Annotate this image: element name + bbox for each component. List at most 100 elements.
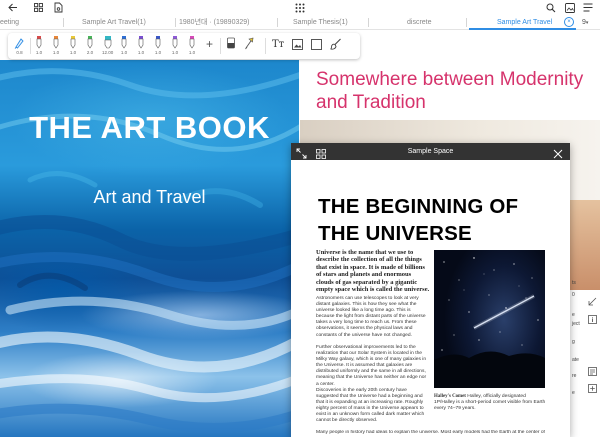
pen-tool-violet[interactable]: 1.0	[137, 36, 145, 56]
body-paragraph: Further observational improvements led t…	[316, 345, 427, 387]
image-icon[interactable]	[563, 1, 577, 14]
pen-icon	[87, 36, 93, 49]
pen-tool-orange[interactable]: 1.0	[52, 36, 60, 56]
tab-close-button[interactable]: ×	[564, 17, 574, 27]
tab-1980s[interactable]: 1980년대 · (19890329)	[179, 15, 274, 30]
side-text-line: e	[572, 312, 575, 318]
lasso-tool[interactable]	[244, 37, 255, 57]
back-arrow-icon[interactable]	[6, 1, 20, 14]
pen-tool-indigo[interactable]: 1.0	[154, 36, 162, 56]
tab-label: 1980년대 · (19890329)	[179, 19, 250, 26]
app-window: eeting Sample Art Travel(1) 1980년대 · (19…	[0, 0, 600, 437]
paint-brush-tool[interactable]	[330, 38, 342, 58]
side-text: g	[572, 339, 600, 346]
pen-tool-red[interactable]: 1.0	[35, 36, 43, 56]
pen-size: 1.0	[69, 50, 77, 55]
document-title: THE BEGINNING OF THE UNIVERSE	[318, 195, 519, 245]
fountain-pen-icon	[14, 38, 24, 49]
tab-divider	[368, 18, 369, 27]
side-text: ate	[572, 357, 600, 364]
pen-tool-blue[interactable]: 1.0	[120, 36, 128, 56]
pen-tool-magenta[interactable]: 1.0	[188, 36, 196, 56]
pen-icon	[70, 36, 76, 49]
tab-sample-thesis-1[interactable]: Sample Thesis(1)	[293, 15, 365, 30]
document-link-icon[interactable]	[51, 1, 65, 14]
info-icon[interactable]	[587, 314, 598, 325]
add-pen-button[interactable]: +	[206, 37, 213, 57]
note-icon[interactable]	[587, 366, 598, 377]
panel-grid-button[interactable]	[316, 146, 327, 159]
pen-size: 0.8	[16, 50, 23, 55]
image-tool[interactable]	[292, 39, 303, 59]
pen-tool-green[interactable]: 2.0	[86, 36, 94, 56]
pen-tool-purple[interactable]: 1.0	[171, 36, 179, 56]
pen-size: 1.0	[120, 50, 128, 55]
pen-size: 1.0	[154, 50, 162, 55]
panel-title: Sample Space	[407, 148, 454, 155]
side-text-line: ate	[572, 357, 579, 363]
side-text-line: ts	[572, 280, 576, 286]
annotation-toolbar: 0.8 1.0 1.0 1.0 2.0 12.00 1.0 1.0 1.0 1.…	[8, 33, 360, 59]
pen-size: 1.0	[171, 50, 179, 55]
lasso-icon	[245, 37, 254, 50]
pen-size: 1.0	[188, 50, 196, 55]
pen-size: 1.0	[137, 50, 145, 55]
text-tool-icon: Tт	[272, 39, 285, 50]
cover-page: THE ART BOOK Art and Travel	[0, 60, 299, 437]
pen-size: 1.0	[52, 50, 60, 55]
tab-divider	[63, 18, 64, 27]
pen-icon	[53, 36, 59, 49]
tab-overflow-count[interactable]: 9▾	[582, 15, 598, 30]
apps-grid-icon[interactable]	[293, 1, 307, 14]
tab-label: Sample Art Travel	[497, 19, 553, 26]
side-text-line: 0	[572, 292, 575, 298]
chevron-down-icon: ▾	[585, 20, 589, 26]
tab-meeting[interactable]: eeting	[0, 15, 60, 30]
resize-icon[interactable]	[587, 296, 598, 307]
comet-photo	[434, 250, 545, 388]
tab-divider	[277, 18, 278, 27]
eraser-icon	[227, 37, 235, 49]
search-icon[interactable]	[544, 1, 558, 14]
side-text-line: e	[572, 390, 575, 396]
pen-tool-yellow[interactable]: 1.0	[69, 36, 77, 56]
sample-space-panel: Sample Space THE BEGINNING OF THE UNIVER…	[291, 143, 570, 437]
menu-icon[interactable]	[581, 1, 595, 14]
tab-label: eeting	[0, 19, 20, 26]
image-tool-icon	[292, 39, 303, 50]
side-text-line: ject	[572, 321, 580, 327]
grid-icon	[316, 149, 326, 159]
tab-divider	[175, 18, 176, 27]
pen-icon	[36, 36, 42, 49]
eraser-tool[interactable]	[226, 37, 236, 57]
fountain-pen-tool[interactable]: 0.8	[14, 36, 25, 56]
highlighter-tool[interactable]: 12.00	[102, 36, 113, 56]
pen-size: 2.0	[86, 50, 94, 55]
lead-paragraph: Universe is the name that we use to desc…	[316, 249, 430, 294]
panel-header: Sample Space	[291, 143, 570, 160]
tab-label: discrete	[407, 19, 432, 26]
shape-tool[interactable]	[311, 39, 322, 59]
side-text-line: g	[572, 339, 575, 345]
toolbar-divider	[220, 38, 221, 54]
tab-discrete[interactable]: discrete	[407, 15, 462, 30]
tab-label: Sample Thesis(1)	[293, 19, 348, 26]
caption-title: Halley's Comet	[434, 394, 466, 399]
expand-panel-button[interactable]	[296, 146, 307, 159]
pen-icon	[172, 36, 178, 49]
pen-icon	[189, 36, 195, 49]
add-page-icon[interactable]	[587, 383, 598, 394]
pen-icon	[155, 36, 161, 49]
grid-icon[interactable]	[31, 1, 45, 14]
close-icon	[553, 149, 563, 159]
tab-sample-art-travel[interactable]: Sample Art Travel	[469, 15, 576, 30]
add-pen-icon: +	[206, 37, 214, 51]
pen-icon	[138, 36, 144, 49]
tab-label: Sample Art Travel(1)	[82, 19, 146, 26]
text-tool[interactable]: Tт	[272, 39, 284, 59]
top-bar	[0, 0, 600, 15]
close-panel-button[interactable]	[553, 146, 564, 159]
tab-sample-art-travel-1[interactable]: Sample Art Travel(1)	[82, 15, 172, 30]
tab-strip: eeting Sample Art Travel(1) 1980년대 · (19…	[0, 15, 600, 30]
pen-icon	[121, 36, 127, 49]
